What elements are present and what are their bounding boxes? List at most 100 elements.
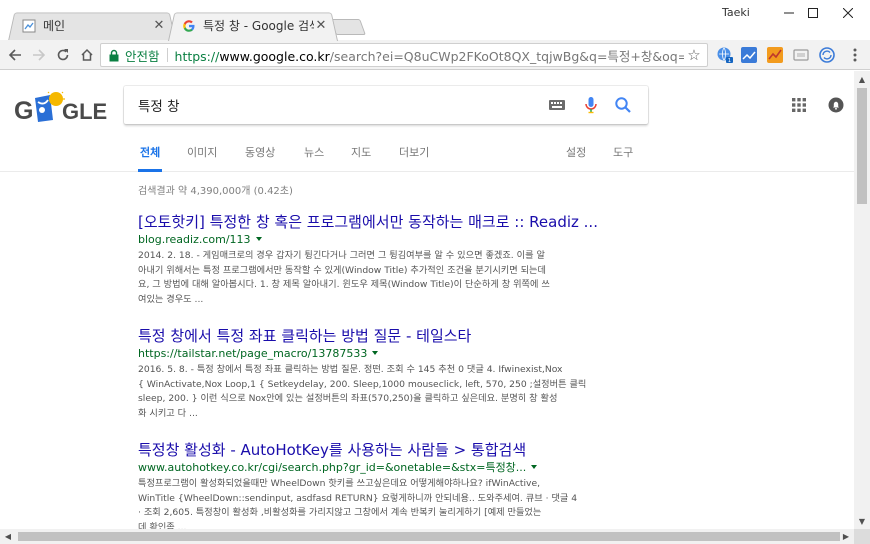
reload-icon (56, 48, 70, 62)
extension-chart-orange-icon[interactable] (766, 46, 784, 64)
dropdown-caret-icon[interactable] (531, 465, 537, 469)
snippet-line: 화 시키고 다 ... (138, 407, 638, 422)
bookmark-star-icon[interactable]: ☆ (684, 45, 704, 65)
chrome-menu-button[interactable] (845, 45, 865, 65)
extension-translate-icon[interactable]: 1 (716, 46, 734, 64)
scroll-up-arrow-icon[interactable]: ▲ (854, 71, 870, 87)
logo-text: GLE (62, 99, 107, 124)
tab-title: 메인 (43, 17, 152, 34)
extension-cast-icon[interactable] (792, 46, 810, 64)
tab-videos[interactable]: 동영상 (245, 144, 275, 172)
tab-images[interactable]: 이미지 (187, 144, 217, 172)
scrollbar-corner (854, 529, 870, 544)
browser-toolbar: 안전함 https://www.google.co.kr/search?ei=Q… (0, 40, 870, 70)
snippet-line: · 조회 2,605. 특정창이 활성화 ,비활성화를 가리지않고 그창에서 계… (138, 506, 638, 521)
search-header: G GLE 특정 창 전체 이미지 동영상 뉴스 지도 더보기 설정 도구 (0, 71, 854, 172)
url-path: /search?ei=Q8uCWp2FKoOt8QX_tqjwBg&q=특정+창… (330, 49, 684, 64)
result-title-link[interactable]: [오토핫키] 특정한 창 혹은 프로그램에서만 동작하는 매크로 :: Read… (138, 213, 638, 231)
vertical-scroll-thumb[interactable] (857, 88, 867, 204)
result-title-link[interactable]: 특정 창에서 특정 좌표 클릭하는 방법 질문 - 테일스타 (138, 327, 638, 345)
title-bar: 메인 ✕ 특정 창 - Google 검색 ✕ Taeki (0, 0, 870, 40)
microphone-icon[interactable] (582, 96, 600, 114)
result-stats: 검색결과 약 4,390,000개 (0.42초) (138, 182, 293, 197)
horizontal-scroll-thumb[interactable] (18, 532, 840, 541)
search-input[interactable] (138, 86, 538, 124)
tab-maps[interactable]: 지도 (351, 144, 371, 172)
result-url: blog.readiz.com/113 (138, 233, 638, 247)
snippet-line: WinTitle {WheelDown::sendinput, asdfasd … (138, 492, 638, 507)
search-icon[interactable] (614, 96, 632, 114)
extension-chart-blue-icon[interactable] (740, 46, 758, 64)
snippet-line: 데 확인좀 ... (138, 521, 638, 529)
lock-icon (108, 49, 120, 62)
extension-sync-icon[interactable] (818, 46, 836, 64)
reload-button[interactable] (53, 45, 73, 65)
result-url: https://tailstar.net/page_macro/13787533 (138, 347, 638, 361)
result-snippet: 특정프로그램이 활성화되었을때만 WheelDown 핫키를 쓰고싶은데요 어떻… (138, 477, 638, 529)
search-result: 특정창 활성화 - AutoHotKey를 사용하는 사람들 > 통합검색 ww… (138, 441, 638, 529)
maximize-icon (808, 8, 818, 18)
tab-main[interactable]: 메인 ✕ (8, 10, 176, 41)
back-arrow-icon (8, 48, 22, 62)
snippet-line: sleep, 200. } 이런 식으로 Nox안에 있는 설정버튼의 좌표(5… (138, 392, 638, 407)
snippet-line: 특정프로그램이 활성화되었을때만 WheelDown 핫키를 쓰고싶은데요 어떻… (138, 477, 638, 492)
page-content: G GLE 특정 창 전체 이미지 동영상 뉴스 지도 더보기 설정 도구 검색… (0, 71, 854, 529)
url-text[interactable]: https://www.google.co.kr/search?ei=Q8uCW… (175, 46, 684, 65)
tab-google-search[interactable]: 특정 창 - Google 검색 ✕ (168, 10, 338, 41)
forward-button[interactable] (29, 45, 49, 65)
vertical-scrollbar[interactable]: ▲ ▼ (854, 71, 870, 529)
url-scheme: https:// (175, 49, 220, 64)
home-button[interactable] (77, 45, 97, 65)
result-url: www.autohotkey.co.kr/cgi/search.php?gr_i… (138, 461, 638, 475)
search-result: [오토핫키] 특정한 창 혹은 프로그램에서만 동작하는 매크로 :: Read… (138, 213, 638, 307)
result-url-text: www.autohotkey.co.kr/cgi/search.php?gr_i… (138, 461, 526, 474)
result-url-text: blog.readiz.com/113 (138, 233, 251, 246)
snippet-line: 아내기 위해서는 특정 프로그램에서만 동작할 수 있게(Window Titl… (138, 264, 638, 279)
secure-label: 안전함 (125, 46, 160, 65)
divider (167, 48, 168, 62)
scroll-right-arrow-icon[interactable]: ▶ (838, 529, 854, 544)
dropdown-caret-icon[interactable] (372, 351, 378, 355)
result-url-text: https://tailstar.net/page_macro/13787533 (138, 347, 367, 360)
tools-link[interactable]: 도구 (613, 144, 633, 172)
snippet-line: 2014. 2. 18. - 게임매크로의 경우 갑자기 튕긴다거나 그러면 그… (138, 249, 638, 264)
google-doodle-logo[interactable]: G GLE (14, 90, 114, 126)
notifications-icon[interactable] (828, 97, 844, 113)
tab-all[interactable]: 전체 (138, 144, 162, 172)
svg-text:G: G (14, 97, 33, 125)
snippet-line: 요, 그 방법에 대해 알아봅시다. 1. 창 제목 알아내기. 윈도우 제목(… (138, 278, 638, 293)
scroll-left-arrow-icon[interactable]: ◀ (0, 529, 16, 544)
snippet-line: 여있는 경우도 ... (138, 293, 638, 308)
result-snippet: 2014. 2. 18. - 게임매크로의 경우 갑자기 튕긴다거나 그러면 그… (138, 249, 638, 307)
profile-name[interactable]: Taeki (722, 6, 750, 19)
search-tabs: 전체 이미지 동영상 뉴스 지도 더보기 설정 도구 (0, 144, 854, 172)
close-icon (843, 8, 853, 18)
tab-news[interactable]: 뉴스 (304, 144, 324, 172)
result-title-link[interactable]: 특정창 활성화 - AutoHotKey를 사용하는 사람들 > 통합검색 (138, 441, 638, 459)
forward-arrow-icon (32, 48, 46, 62)
snippet-line: { WinActivate,Nox Loop,1 { Setkeydelay, … (138, 378, 638, 393)
scroll-down-arrow-icon[interactable]: ▼ (854, 513, 870, 529)
snippet-line: 2016. 5. 8. - 특정 창에서 특정 좌표 클릭하는 방법 질문. 정… (138, 363, 638, 378)
tab-close-icon[interactable]: ✕ (152, 18, 166, 33)
search-box (124, 86, 648, 124)
close-window-button[interactable] (826, 0, 870, 26)
result-snippet: 2016. 5. 8. - 특정 창에서 특정 좌표 클릭하는 방법 질문. 정… (138, 363, 638, 421)
more-vert-icon (853, 48, 857, 62)
svg-text:1: 1 (728, 58, 731, 64)
horizontal-scrollbar[interactable]: ◀ ▶ (0, 529, 854, 544)
google-apps-icon[interactable] (792, 98, 806, 112)
google-favicon-icon (182, 19, 196, 33)
url-host: www.google.co.kr (219, 49, 329, 64)
settings-link[interactable]: 설정 (566, 144, 586, 172)
dropdown-caret-icon[interactable] (256, 237, 262, 241)
tab-title: 특정 창 - Google 검색 (203, 17, 314, 34)
home-icon (80, 48, 94, 62)
tab-more[interactable]: 더보기 (399, 144, 429, 172)
page-favicon-icon (22, 19, 36, 33)
keyboard-icon[interactable] (548, 98, 566, 112)
tab-close-icon[interactable]: ✕ (314, 18, 328, 33)
back-button[interactable] (5, 45, 25, 65)
address-bar[interactable]: 안전함 https://www.google.co.kr/search?ei=Q… (100, 43, 708, 67)
search-result: 특정 창에서 특정 좌표 클릭하는 방법 질문 - 테일스타 https://t… (138, 327, 638, 421)
